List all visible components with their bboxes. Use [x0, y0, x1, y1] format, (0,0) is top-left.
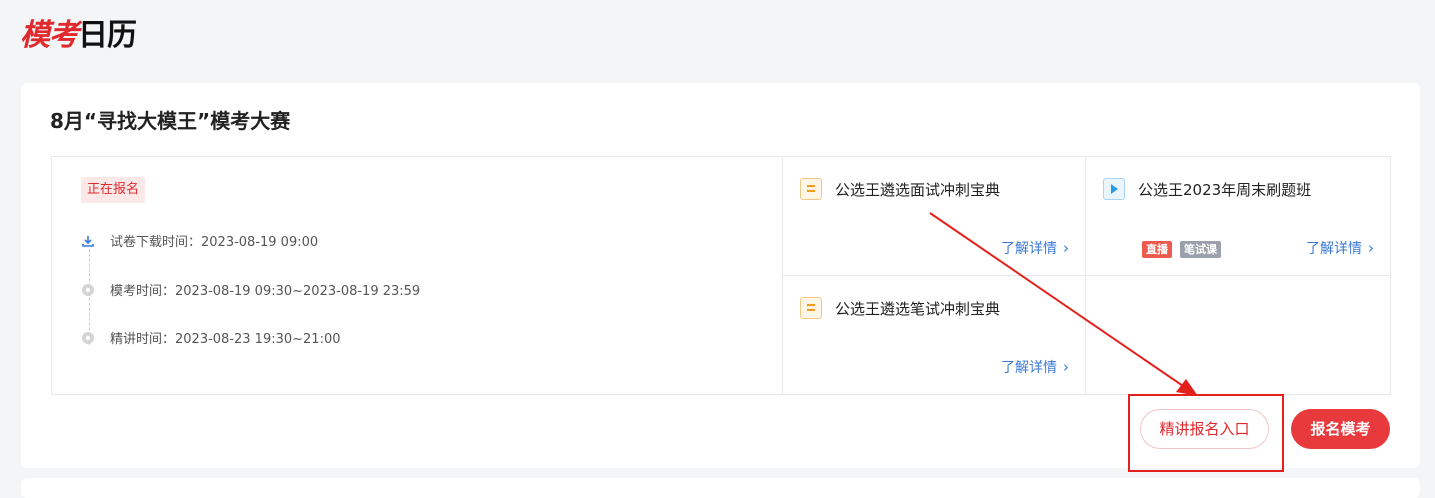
schedule-panel: 正在报名 试卷下载时间：2023-08-19 09:00 模考时间：2023-0… [52, 157, 783, 394]
timeline-item-download: 试卷下载时间：2023-08-19 09:00 [81, 231, 318, 250]
dot-icon [81, 283, 95, 297]
chevron-right-icon: › [1063, 358, 1069, 376]
learn-more-label: 了解详情 [1001, 241, 1057, 257]
learn-more-label: 了解详情 [1001, 360, 1057, 376]
exam-signup-button[interactable]: 报名模考 [1291, 409, 1390, 449]
logo-part-2: 日历 [78, 18, 137, 53]
learn-more-link[interactable]: 了解详情 › [1001, 238, 1069, 258]
status-badge: 正在报名 [81, 177, 146, 203]
live-tag: 直播 [1142, 241, 1172, 258]
course-card-interview[interactable]: 公选王遴选面试冲刺宝典 了解详情 › [783, 157, 1086, 276]
download-icon [81, 234, 95, 248]
chevron-right-icon: › [1063, 239, 1069, 257]
timeline-item-lecture: 精讲时间：2023-08-23 19:30~21:00 [81, 328, 341, 347]
course-title: 公选王遴选面试冲刺宝典 [835, 181, 1001, 199]
event-info-box: 正在报名 试卷下载时间：2023-08-19 09:00 模考时间：2023-0… [51, 156, 1391, 395]
learn-more-link[interactable]: 了解详情 › [1001, 357, 1069, 377]
event-title: 8月“寻找大模王”模考大赛 [50, 109, 291, 133]
document-icon [800, 297, 822, 319]
timeline-text: 模考时间：2023-08-19 09:30~2023-08-19 23:59 [110, 284, 421, 299]
course-title: 公选王2023年周末刷题班 [1138, 181, 1312, 199]
course-type-tag: 笔试课 [1180, 241, 1221, 258]
logo-part-1: 模考 [20, 18, 79, 53]
video-play-icon [1103, 178, 1125, 200]
dot-icon [81, 331, 95, 345]
course-title: 公选王遴选笔试冲刺宝典 [835, 300, 1001, 318]
timeline-text: 精讲时间：2023-08-23 19:30~21:00 [110, 332, 341, 347]
event-card: 8月“寻找大模王”模考大赛 正在报名 试卷下载时间：2023-08-19 09:… [21, 83, 1420, 468]
course-card-weekend[interactable]: 公选王2023年周末刷题班 直播 笔试课 了解详情 › [1086, 157, 1390, 276]
timeline-item-exam: 模考时间：2023-08-19 09:30~2023-08-19 23:59 [81, 280, 420, 299]
app-logo: 模考 日历 [20, 10, 137, 54]
learn-more-label: 了解详情 [1306, 241, 1362, 257]
timeline-text: 试卷下载时间：2023-08-19 09:00 [110, 235, 319, 250]
learn-more-link[interactable]: 了解详情 › [1306, 238, 1374, 258]
chevron-right-icon: › [1368, 239, 1374, 257]
next-event-card [21, 478, 1420, 498]
lecture-signup-button[interactable]: 精讲报名入口 [1140, 409, 1269, 449]
course-card-written[interactable]: 公选王遴选笔试冲刺宝典 了解详情 › [783, 276, 1086, 394]
document-icon [800, 178, 822, 200]
